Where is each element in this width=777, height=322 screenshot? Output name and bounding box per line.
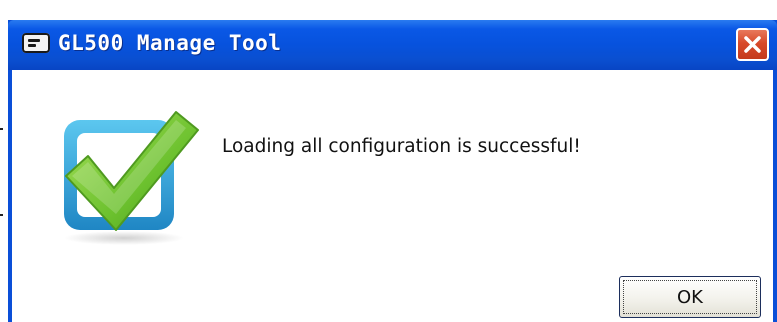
app-window-icon: [22, 33, 50, 53]
window-title: GL500 Manage Tool: [58, 31, 282, 55]
close-icon: [744, 36, 761, 53]
message-dialog: GL500 Manage Tool Loading all configurat…: [8, 20, 777, 322]
screenshot-canvas: GL500 Manage Tool Loading all configurat…: [0, 0, 777, 322]
dialog-body: Loading all configuration is successful!…: [12, 70, 773, 322]
ok-button[interactable]: OK: [619, 276, 761, 318]
background-mark: [0, 128, 3, 130]
close-button[interactable]: [736, 28, 769, 61]
ok-button-label: OK: [623, 280, 757, 314]
background-mark: [0, 214, 3, 216]
checkmark-success-icon: [64, 111, 199, 245]
dialog-message: Loading all configuration is successful!: [222, 136, 581, 157]
title-bar[interactable]: GL500 Manage Tool: [8, 20, 777, 70]
